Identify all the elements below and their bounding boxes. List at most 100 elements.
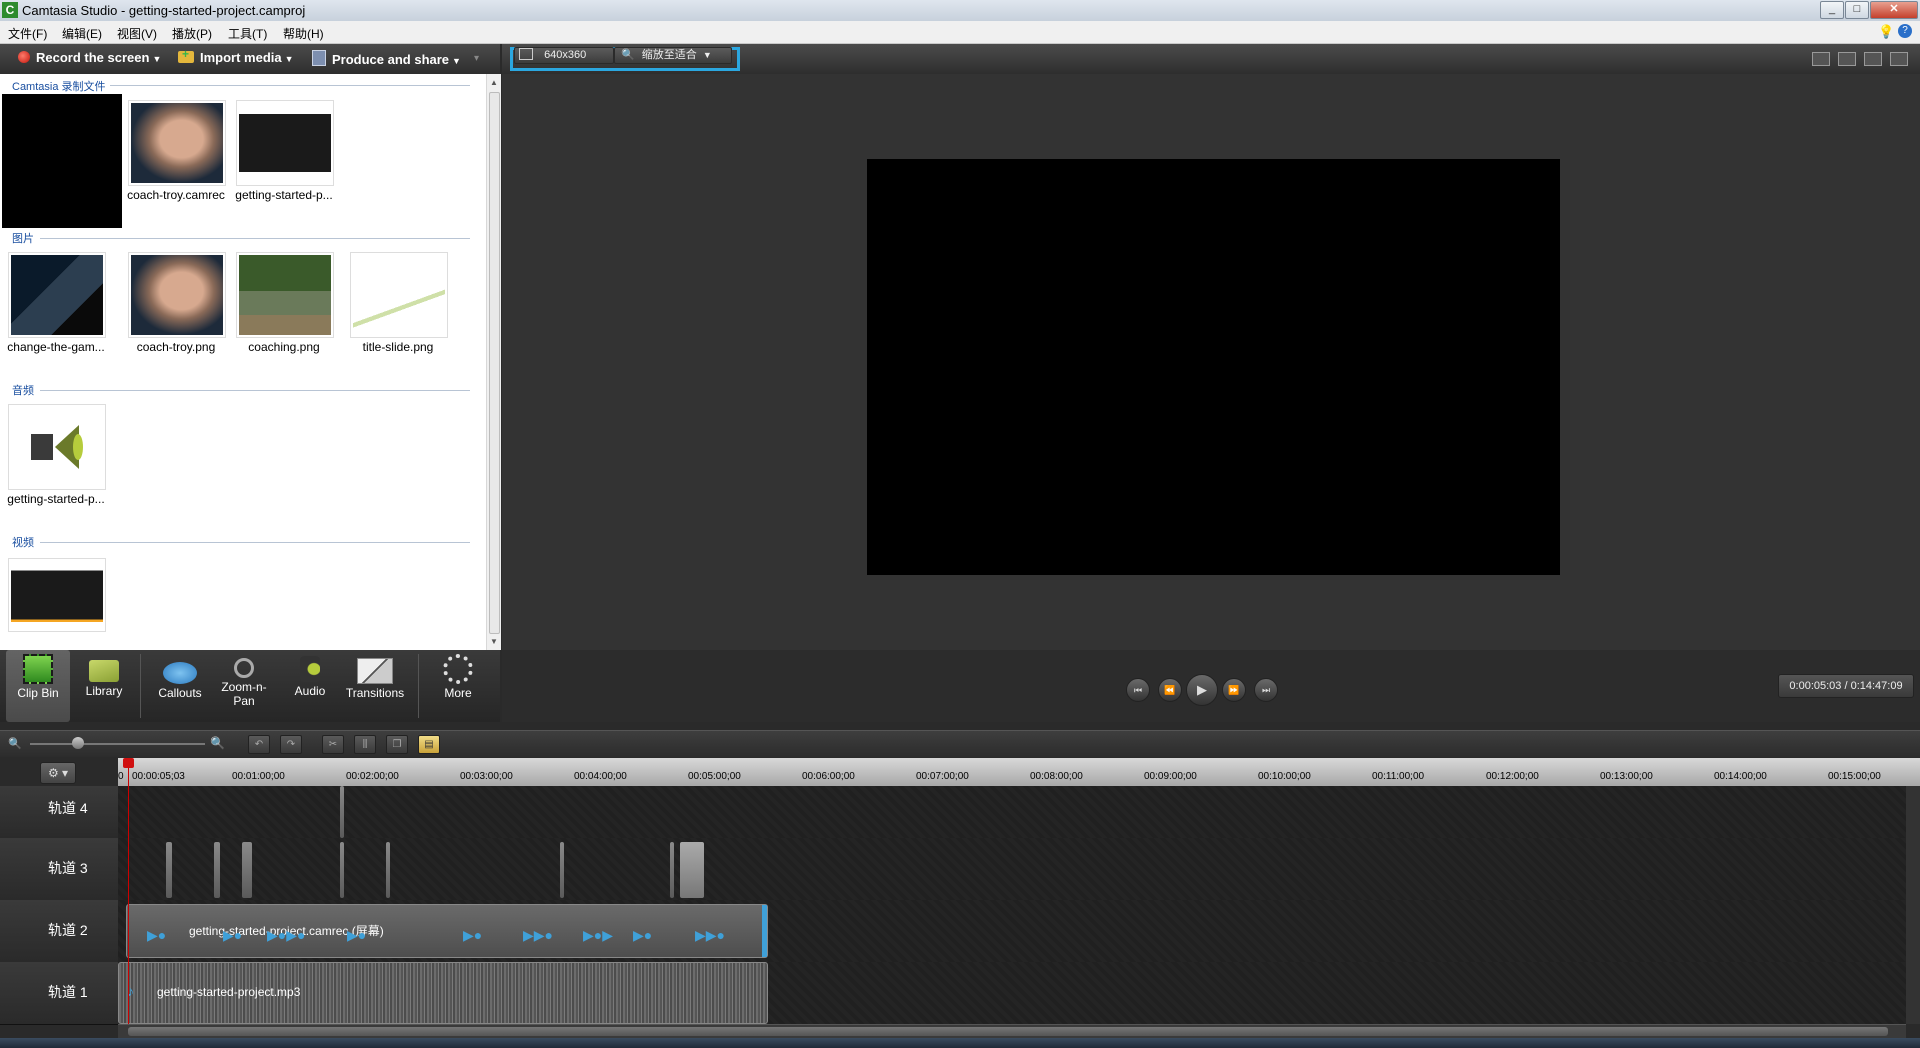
help-icon[interactable]: ? [1898, 24, 1912, 38]
zoom-slider[interactable] [30, 743, 205, 745]
menu-file[interactable]: 文件(F) [8, 25, 47, 42]
clip-marker[interactable] [560, 842, 564, 898]
tab-clip-bin[interactable]: Clip Bin [6, 650, 70, 722]
timeline-ruler[interactable]: 0 00:00:05;03 00:01:00;00 00:02:00;00 00… [118, 758, 1920, 786]
track-lane[interactable]: getting-started-project.camrec (屏幕) ▶● ▶… [118, 900, 1906, 963]
tip-icon[interactable]: 💡 [1878, 24, 1894, 40]
track-header[interactable]: 轨道 4 [0, 786, 118, 839]
pan-hand-icon[interactable] [1838, 52, 1856, 66]
zoom-keyframe-icon[interactable]: ▶● [223, 927, 242, 944]
menu-tools[interactable]: 工具(T) [228, 25, 267, 42]
toolbar-overflow-icon[interactable]: ▾ [474, 53, 479, 64]
clip-thumbnail-coach-troy-png[interactable] [128, 252, 226, 338]
clip-thumbnail-black[interactable] [2, 94, 122, 228]
paste-icon[interactable]: ▤ [418, 735, 440, 754]
cut-icon[interactable]: ✂ [322, 735, 344, 754]
fast-forward-icon[interactable]: ⏩ [1222, 678, 1246, 702]
zoom-keyframe-icon[interactable]: ▶● [633, 927, 652, 944]
zoom-keyframe-icon[interactable]: ▶● [347, 927, 366, 944]
audio-clip[interactable]: ♪ getting-started-project.mp3 [118, 962, 768, 1024]
maximize-button[interactable]: □ [1845, 1, 1869, 19]
clip-thumbnail-coaching-png[interactable] [236, 252, 334, 338]
clip-thumbnail-coach-troy-camrec[interactable] [128, 100, 226, 186]
clip-marker[interactable] [242, 842, 252, 898]
selected-clip[interactable] [680, 842, 704, 898]
section-title-audio: 音频 [12, 385, 34, 397]
video-clip[interactable]: getting-started-project.camrec (屏幕) ▶● ▶… [126, 904, 768, 958]
clip-thumbnail-audio[interactable] [8, 404, 106, 490]
detach-preview-icon[interactable] [1890, 52, 1908, 66]
section-divider [40, 238, 470, 239]
produce-share-button[interactable]: Produce and share ▼ [312, 50, 461, 67]
tab-transitions[interactable]: Transitions [342, 650, 408, 722]
menu-play[interactable]: 播放(P) [172, 25, 212, 42]
timeline-vertical-scrollbar[interactable] [1906, 786, 1920, 1024]
clip-marker[interactable] [214, 842, 220, 898]
copy-icon[interactable]: ❐ [386, 735, 408, 754]
clip-marker[interactable] [340, 786, 344, 838]
track-lane[interactable] [118, 786, 1906, 839]
record-screen-button[interactable]: Record the screen ▼ [18, 50, 161, 65]
track-header[interactable]: 轨道 3 [0, 838, 118, 901]
track-lane[interactable]: ♪ getting-started-project.mp3 [118, 962, 1906, 1025]
split-icon[interactable]: ⫼ [354, 735, 376, 754]
undo-icon[interactable]: ↶ [248, 735, 270, 754]
skip-end-icon[interactable]: ⏭ [1254, 678, 1278, 702]
preview-area [502, 74, 1920, 665]
rewind-icon[interactable]: ⏪ [1158, 678, 1182, 702]
zoom-keyframe-icon[interactable]: ▶● [147, 927, 166, 944]
zoom-keyframe-icon[interactable]: ▶● [463, 927, 482, 944]
zoom-magnifier-icon: 🔍 [621, 49, 635, 61]
clip-bin-scrollbar[interactable]: ▲ ▼ [486, 74, 501, 650]
clip-thumbnail-video[interactable] [8, 558, 106, 632]
menu-view[interactable]: 视图(V) [117, 25, 157, 42]
section-title-video: 视频 [12, 537, 34, 549]
crop-icon[interactable] [1812, 52, 1830, 66]
playhead-line[interactable] [128, 760, 129, 1024]
zoom-in-icon[interactable]: 🔍 [210, 736, 225, 750]
track-lane[interactable] [118, 838, 1906, 901]
minimize-button[interactable]: _ [1820, 1, 1844, 19]
menu-help[interactable]: 帮助(H) [283, 25, 324, 42]
chevron-down-icon: ▼ [702, 50, 712, 60]
zoom-dropdown[interactable]: 🔍 缩放至适合 ▼ [614, 47, 732, 64]
tab-zoom-n-pan[interactable]: Zoom-n-Pan [212, 650, 276, 722]
scrollbar-thumb[interactable] [128, 1027, 1888, 1036]
video-canvas[interactable] [867, 159, 1560, 575]
tab-callouts[interactable]: Callouts [148, 650, 212, 722]
clip-end-handle[interactable] [762, 905, 767, 957]
clip-marker[interactable] [386, 842, 390, 898]
clip-marker[interactable] [340, 842, 344, 898]
clip-thumbnail-getting-started-project[interactable] [236, 100, 334, 186]
tab-more[interactable]: More [426, 650, 490, 722]
fullscreen-icon[interactable] [1864, 52, 1882, 66]
timeline-horizontal-scrollbar[interactable] [118, 1024, 1906, 1039]
play-button[interactable]: ▶ [1186, 674, 1218, 706]
clip-marker[interactable] [670, 842, 674, 898]
tab-library[interactable]: Library [72, 650, 136, 722]
close-button[interactable]: ✕ [1870, 1, 1918, 19]
clip-thumbnail-title-slide-png[interactable] [350, 252, 448, 338]
playhead-handle[interactable] [123, 758, 134, 768]
menu-edit[interactable]: 编辑(E) [62, 25, 102, 42]
redo-icon[interactable]: ↷ [280, 735, 302, 754]
zoom-out-icon[interactable]: 🔍 [8, 737, 22, 750]
dimensions-dropdown[interactable]: 640x360 [514, 47, 614, 64]
menu-bar: 文件(F) 编辑(E) 视图(V) 播放(P) 工具(T) 帮助(H) 💡 ? [0, 21, 1920, 44]
tab-audio[interactable]: Audio [278, 650, 342, 722]
skip-start-icon[interactable]: ⏮ [1126, 678, 1150, 702]
zoom-keyframe-icon[interactable]: ▶▶● [695, 927, 725, 944]
scroll-down-icon[interactable]: ▼ [490, 637, 498, 646]
clip-thumbnail-change-the-game[interactable] [8, 252, 106, 338]
track-settings-button[interactable]: ⚙ ▾ [40, 762, 76, 784]
zoom-keyframe-icon[interactable]: ▶●▶ [583, 927, 613, 944]
import-media-button[interactable]: Import media▼ [178, 47, 294, 65]
scrollbar-thumb[interactable] [489, 92, 500, 634]
track-header[interactable]: 轨道 2 [0, 900, 118, 963]
zoom-keyframe-icon[interactable]: ▶●▶● [267, 927, 305, 944]
zoom-keyframe-icon[interactable]: ▶▶● [523, 927, 553, 944]
track-header[interactable]: 轨道 1 [0, 962, 118, 1025]
zoom-slider-knob[interactable] [72, 737, 84, 749]
clip-marker[interactable] [166, 842, 172, 898]
scroll-up-icon[interactable]: ▲ [490, 78, 498, 87]
